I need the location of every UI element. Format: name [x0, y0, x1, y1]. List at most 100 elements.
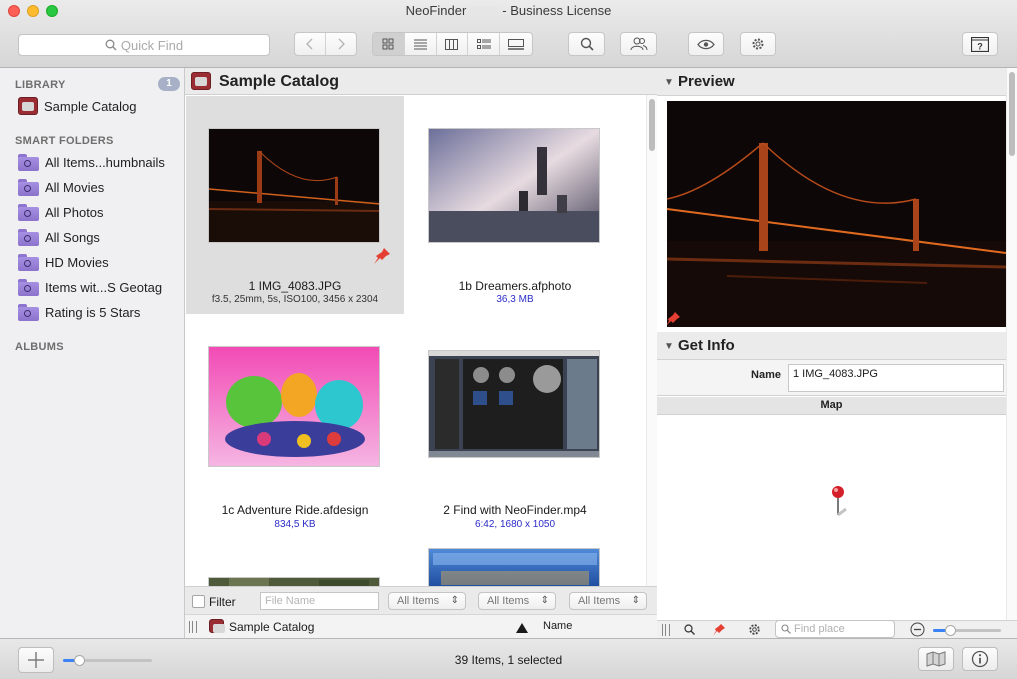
list-view-button[interactable]	[405, 33, 437, 55]
grid-item[interactable]: 1c Adventure Ride.afdesign 834,5 KB	[186, 314, 404, 532]
name-row: Name 1 IMG_4083.JPG	[657, 360, 1006, 396]
settings-button[interactable]	[740, 32, 776, 56]
sort-ascending-icon[interactable]	[516, 623, 528, 633]
name-field[interactable]: 1 IMG_4083.JPG	[788, 364, 1004, 392]
quick-look-button[interactable]	[688, 32, 724, 56]
path-bar: Sample Catalog Name	[185, 614, 657, 638]
find-place-field[interactable]: Find place	[775, 620, 895, 638]
info-button[interactable]	[962, 647, 998, 671]
search-icon	[781, 624, 791, 634]
forward-button[interactable]	[326, 33, 356, 55]
smart-folder-item[interactable]: HD Movies	[18, 251, 109, 273]
resize-grip-icon[interactable]	[662, 624, 670, 636]
map-pin-icon[interactable]	[830, 485, 852, 517]
item-info: 36,3 MB	[496, 294, 534, 305]
detail-list-button[interactable]	[468, 33, 501, 55]
window-title: NeoFinder - Business License	[0, 3, 1017, 18]
status-text: 39 Items, 1 selected	[454, 653, 563, 667]
grid-item[interactable]	[406, 544, 624, 586]
filter-bar: Filter File Name All Items All Items All…	[185, 586, 657, 614]
inspector-scrollbar[interactable]	[1006, 68, 1017, 620]
catalog-title: Sample Catalog	[219, 73, 340, 90]
forward-chevron-icon	[338, 38, 345, 50]
sort-column-label[interactable]: Name	[543, 620, 572, 632]
item-info: 6:42, 1680 x 1050	[474, 519, 556, 530]
sidebar-item-label: All Items...humbnails	[45, 154, 165, 170]
people-button[interactable]	[620, 32, 657, 56]
search-icon[interactable]	[684, 624, 695, 635]
item-info: f3.5, 25mm, 5s, ISO100, 3456 x 2304	[211, 294, 379, 305]
filter-popup-2[interactable]: All Items	[478, 592, 556, 610]
icon-view-button[interactable]	[373, 33, 405, 55]
thumbnail-dreamers	[428, 128, 600, 243]
filmstrip-view-button[interactable]	[500, 33, 532, 55]
grid-item[interactable]	[186, 544, 404, 586]
zoom-out-icon[interactable]	[910, 622, 925, 637]
search-icon	[105, 39, 117, 51]
smart-folder-item[interactable]: Items wit...S Geotag	[18, 276, 162, 298]
thumbnail-partial	[208, 577, 380, 586]
smart-folder-icon	[18, 153, 39, 171]
quick-find-placeholder: Quick Find	[120, 37, 184, 53]
status-bar: 39 Items, 1 selected	[0, 638, 1017, 679]
back-button[interactable]	[295, 33, 326, 55]
map-zoom-knob[interactable]	[945, 625, 956, 636]
column-view-button[interactable]	[437, 33, 469, 55]
map-toggle-button[interactable]	[918, 647, 954, 671]
find-place-placeholder: Find place	[794, 623, 845, 635]
albums-header: ALBUMS	[15, 341, 64, 353]
map-zoom-slider[interactable]	[933, 625, 1001, 636]
window-title-license: - Business License	[502, 3, 612, 18]
sidebar-item-sample-catalog[interactable]: Sample Catalog	[18, 95, 137, 117]
path-catalog-label[interactable]: Sample Catalog	[229, 620, 314, 634]
find-icon	[580, 37, 594, 51]
smart-folder-item[interactable]: Rating is 5 Stars	[18, 301, 140, 323]
get-info-section-header[interactable]: ▼ Get Info	[657, 332, 1006, 360]
disclosure-triangle-icon: ▼	[664, 341, 674, 352]
smart-folder-icon	[18, 228, 39, 246]
map-view[interactable]	[657, 415, 1017, 620]
thumbnail-supertramp	[428, 548, 600, 586]
sidebar-item-label: Rating is 5 Stars	[45, 304, 141, 320]
grid-item[interactable]: 1b Dreamers.afphoto 36,3 MB	[406, 96, 624, 314]
scrollbar-thumb[interactable]	[649, 99, 655, 151]
file-name-field[interactable]: File Name	[260, 592, 379, 610]
catalog-icon	[18, 97, 38, 115]
sidebar-item-label: All Songs	[45, 229, 100, 245]
thumbnail-adventure-ride	[208, 346, 380, 467]
filmstrip-view-icon	[508, 38, 525, 50]
filter-checkbox[interactable]	[192, 595, 205, 608]
preview-section-header[interactable]: ▼ Preview	[657, 68, 1006, 96]
library-count-badge: 1	[158, 77, 180, 91]
smart-folder-item[interactable]: All Photos	[18, 201, 104, 223]
help-button[interactable]: ?	[962, 32, 998, 56]
quick-find-input[interactable]: Quick Find	[18, 34, 270, 56]
filter-popup-3[interactable]: All Items	[569, 592, 647, 610]
find-button[interactable]	[568, 32, 605, 56]
grid-scrollbar[interactable]	[646, 95, 657, 586]
help-icon: ?	[971, 36, 989, 52]
back-chevron-icon	[305, 38, 313, 50]
detail-list-icon	[476, 38, 491, 49]
svg-text:?: ?	[977, 41, 983, 51]
title-bar: NeoFinder - Business License Quick Find	[0, 0, 1017, 68]
filter-popup-1[interactable]: All Items	[388, 592, 466, 610]
pushpin-icon[interactable]	[712, 623, 726, 637]
smart-folder-item[interactable]: All Movies	[18, 176, 104, 198]
map-icon	[926, 651, 946, 667]
scrollbar-thumb[interactable]	[1009, 72, 1015, 156]
sidebar-item-label: HD Movies	[45, 254, 109, 270]
preview-image	[667, 101, 1006, 327]
redacted-box	[470, 5, 499, 18]
grid-item[interactable]: 2 Find with NeoFinder.mp4 6:42, 1680 x 1…	[406, 314, 624, 532]
gear-icon[interactable]	[748, 623, 761, 636]
thumbnail-grid: 1 IMG_4083.JPG f3.5, 25mm, 5s, ISO100, 3…	[185, 95, 646, 586]
grid-item[interactable]: 1 IMG_4083.JPG f3.5, 25mm, 5s, ISO100, 3…	[186, 96, 404, 314]
smart-folder-item[interactable]: All Songs	[18, 226, 100, 248]
inspector-panel: ▼ Preview ▼ Get Info Name 1 IMG_4083.JPG…	[657, 68, 1017, 638]
location-pin-icon	[667, 312, 680, 325]
smart-folder-item[interactable]: All Items...humbnails	[18, 151, 165, 173]
gear-icon	[752, 38, 764, 50]
smart-folder-icon	[18, 253, 39, 271]
resize-grip-icon[interactable]	[189, 621, 197, 633]
